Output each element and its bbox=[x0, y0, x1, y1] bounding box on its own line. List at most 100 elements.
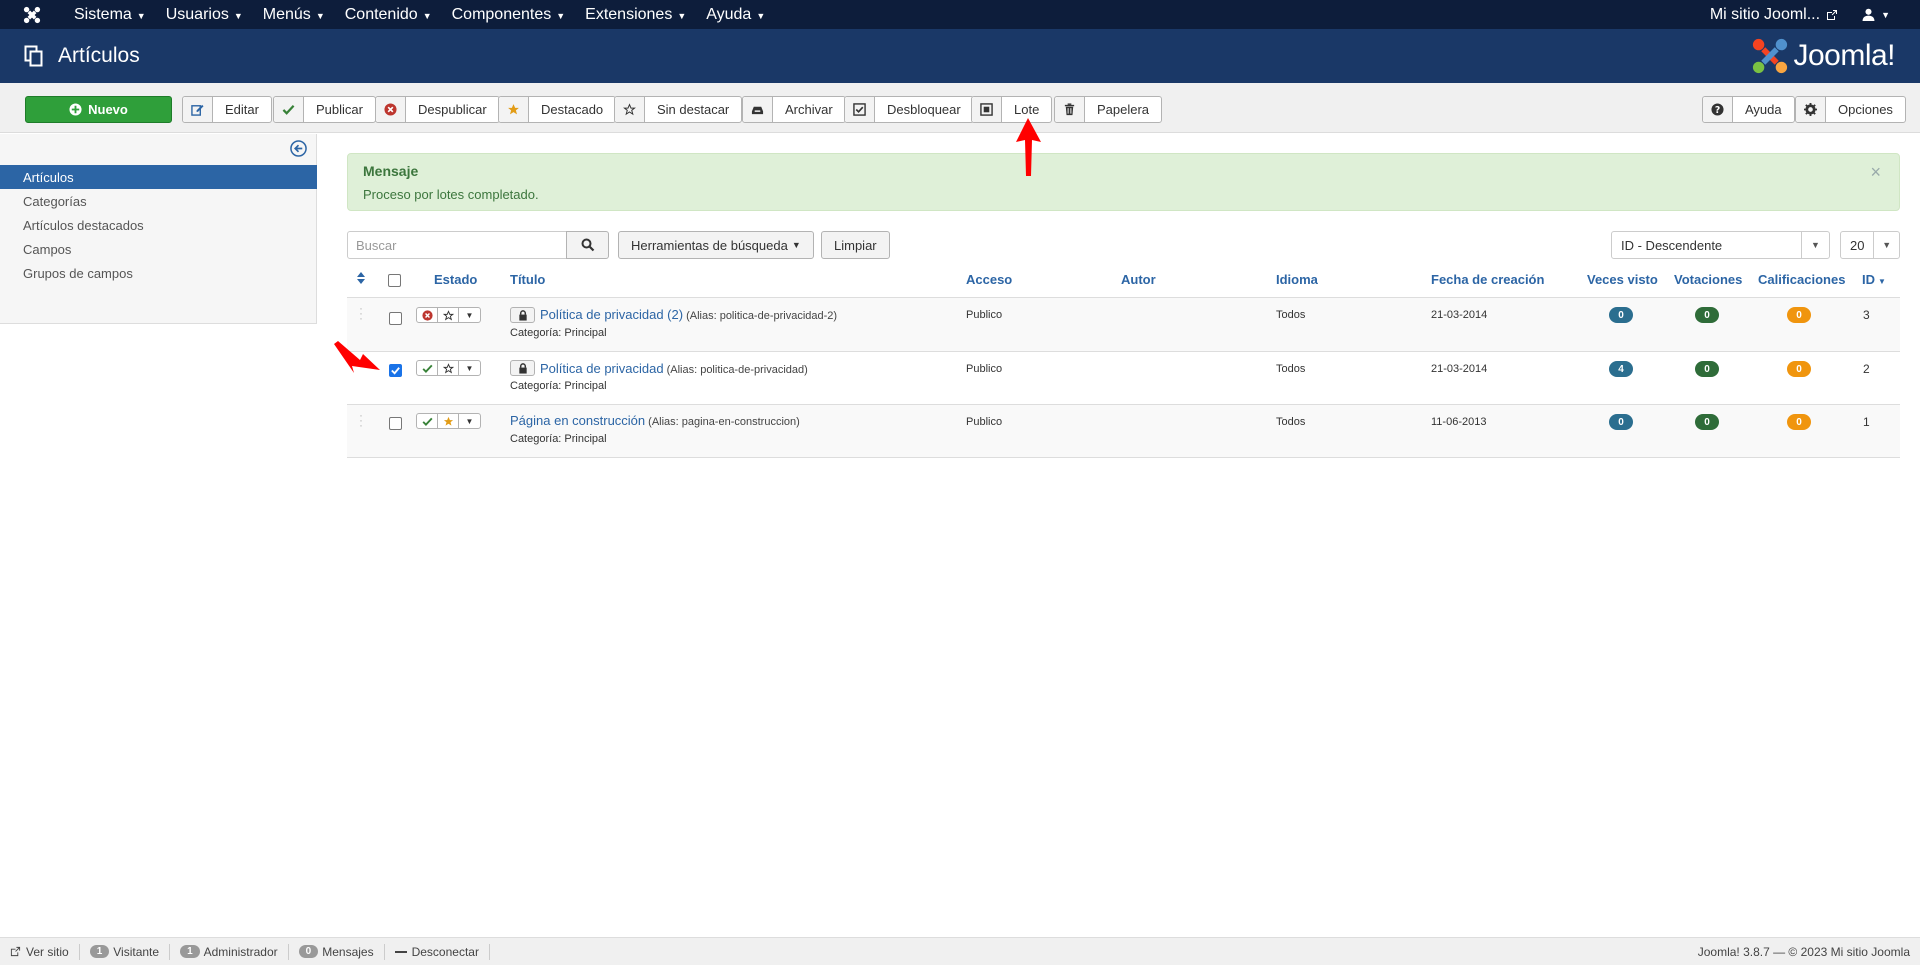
header-created[interactable]: Fecha de creación bbox=[1431, 272, 1544, 287]
drag-handle-icon[interactable]: · · · bbox=[359, 409, 363, 431]
checkin-button[interactable]: Desbloquear bbox=[844, 96, 974, 123]
top-navbar: Sistema ▼ Usuarios ▼ Menús ▼ Contenido ▼ Com… bbox=[0, 0, 1920, 29]
search-input[interactable] bbox=[347, 231, 567, 259]
archive-button[interactable]: Archivar bbox=[742, 96, 846, 123]
edit-button[interactable]: Editar bbox=[182, 96, 272, 123]
search-button[interactable] bbox=[566, 231, 609, 259]
menu-contenido[interactable]: Contenido ▼ bbox=[335, 6, 442, 24]
search-tools-button[interactable]: Herramientas de búsqueda ▼ bbox=[618, 231, 814, 259]
menu-usuarios[interactable]: Usuarios ▼ bbox=[156, 6, 253, 24]
star-empty-icon bbox=[442, 362, 454, 373]
article-title: Política de privacidad (2) bbox=[540, 307, 684, 322]
message-text: Proceso por lotes completado. bbox=[363, 187, 539, 202]
lock-icon bbox=[518, 309, 527, 321]
admins-link[interactable]: 1 Administrador bbox=[170, 943, 289, 960]
close-message-button[interactable]: × bbox=[1870, 162, 1881, 183]
featured-toggle[interactable] bbox=[438, 414, 459, 428]
logout-link[interactable]: Desconectar bbox=[385, 943, 490, 960]
hits-badge: 4 bbox=[1609, 361, 1633, 377]
actions-dropdown[interactable]: ▼ bbox=[459, 414, 480, 428]
unpublished-toggle[interactable] bbox=[417, 308, 438, 322]
new-button[interactable]: Nuevo bbox=[25, 96, 172, 123]
limit-select[interactable]: 20 ▼ bbox=[1840, 231, 1900, 259]
checked-out-lock-button[interactable] bbox=[510, 307, 535, 323]
actions-dropdown[interactable]: ▼ bbox=[459, 308, 480, 322]
featured-toggle[interactable] bbox=[438, 361, 459, 375]
sidebar-item-grupos-de-campos[interactable]: Grupos de campos bbox=[0, 261, 317, 285]
red-arrow-annotation-icon bbox=[1016, 118, 1041, 176]
checked-out-lock-button[interactable] bbox=[510, 360, 535, 376]
help-button[interactable]: ? Ayuda bbox=[1702, 96, 1795, 123]
article-title-link[interactable]: Política de privacidad (Alias: politica-d… bbox=[540, 361, 808, 376]
star-icon bbox=[443, 416, 453, 426]
visitors-count-badge: 1 bbox=[89, 945, 110, 958]
article-created: 21-03-2014 bbox=[1431, 309, 1488, 321]
options-button[interactable]: Opciones bbox=[1795, 96, 1906, 123]
view-site-label: Ver sitio bbox=[26, 944, 69, 959]
article-id: 2 bbox=[1863, 362, 1870, 376]
minus-icon bbox=[394, 950, 407, 953]
menu-menus[interactable]: Menús ▼ bbox=[253, 6, 335, 24]
sidebar: Artículos Categorías Artículos destacado… bbox=[0, 134, 317, 324]
limit-value: 20 bbox=[1850, 237, 1865, 253]
article-title-link[interactable]: Página en construcción (Alias: pagina-en-… bbox=[510, 413, 800, 428]
trash-button[interactable]: Papelera bbox=[1054, 96, 1163, 123]
copyright: Joomla! 3.8.7 — © 2023 Mi sitio Joomla bbox=[1697, 944, 1910, 959]
header-hits[interactable]: Veces visto bbox=[1587, 272, 1658, 287]
published-toggle[interactable] bbox=[417, 361, 438, 375]
site-link[interactable]: Mi sitio Jooml... bbox=[1696, 6, 1852, 24]
header-id[interactable]: ID ▼ bbox=[1862, 272, 1886, 287]
row-checkbox[interactable] bbox=[389, 417, 402, 430]
article-id: 1 bbox=[1863, 415, 1870, 429]
unfeatured-button[interactable]: Sin destacar bbox=[614, 96, 743, 123]
view-site-link[interactable]: Ver sitio bbox=[0, 943, 80, 960]
header-status[interactable]: Estado bbox=[434, 272, 477, 287]
header-ratings[interactable]: Calificaciones bbox=[1758, 272, 1845, 287]
star-icon bbox=[499, 97, 529, 122]
menu-sistema[interactable]: Sistema ▼ bbox=[64, 6, 156, 24]
caret-down-icon: ▼ bbox=[136, 10, 146, 21]
joomla-logo-icon[interactable] bbox=[0, 6, 64, 24]
header-language[interactable]: Idioma bbox=[1276, 272, 1318, 287]
lock-icon bbox=[518, 362, 527, 374]
featured-button[interactable]: Destacado bbox=[498, 96, 617, 123]
sidebar-item-label: Grupos de campos bbox=[23, 265, 133, 281]
publish-button[interactable]: Publicar bbox=[273, 96, 376, 123]
published-toggle[interactable] bbox=[417, 414, 438, 428]
ordering-select[interactable]: ID - Descendente ▼ bbox=[1611, 231, 1830, 259]
clear-button[interactable]: Limpiar bbox=[821, 231, 890, 259]
article-title-link[interactable]: Política de privacidad (2) (Alias: politi… bbox=[540, 307, 837, 322]
user-menu[interactable]: ▼ bbox=[1852, 8, 1920, 21]
drag-handle-icon[interactable]: · · · bbox=[359, 302, 363, 324]
search-icon bbox=[581, 238, 594, 252]
sidebar-collapse-button[interactable] bbox=[290, 140, 307, 160]
menu-componentes[interactable]: Componentes ▼ bbox=[442, 6, 576, 24]
header-title[interactable]: Título bbox=[510, 272, 545, 287]
header-votes[interactable]: Votaciones bbox=[1674, 272, 1742, 287]
sidebar-item-categorias[interactable]: Categorías bbox=[0, 189, 317, 213]
joomla-brand-text: Joomla! bbox=[1793, 39, 1895, 72]
visitors-link[interactable]: 1 Visitante bbox=[80, 943, 171, 960]
header-id-label: ID bbox=[1862, 272, 1875, 287]
featured-toggle[interactable] bbox=[438, 308, 459, 322]
actions-dropdown[interactable]: ▼ bbox=[459, 361, 480, 375]
red-arrow-annotation-icon bbox=[334, 341, 380, 373]
unpublish-button[interactable]: Despublicar bbox=[375, 96, 500, 123]
header-author[interactable]: Autor bbox=[1121, 272, 1156, 287]
sidebar-item-campos[interactable]: Campos bbox=[0, 237, 317, 261]
sort-ordering-icon[interactable] bbox=[357, 272, 365, 287]
menu-label: Sistema bbox=[74, 5, 132, 23]
menu-ayuda[interactable]: Ayuda ▼ bbox=[696, 6, 775, 24]
caret-down-icon: ▼ bbox=[315, 10, 325, 21]
check-icon bbox=[422, 364, 433, 373]
menu-extensiones[interactable]: Extensiones ▼ bbox=[575, 6, 696, 24]
messages-link[interactable]: 0 Mensajes bbox=[289, 943, 385, 960]
messages-label: Mensajes bbox=[322, 944, 374, 959]
row-checkbox[interactable] bbox=[389, 312, 402, 325]
header-access[interactable]: Acceso bbox=[966, 272, 1012, 287]
row-checkbox[interactable] bbox=[389, 364, 402, 377]
sidebar-item-articulos-destacados[interactable]: Artículos destacados bbox=[0, 213, 317, 237]
select-all-checkbox[interactable] bbox=[388, 274, 401, 287]
unpublish-button-label: Despublicar bbox=[418, 102, 487, 117]
sidebar-item-articulos[interactable]: Artículos bbox=[0, 165, 317, 189]
